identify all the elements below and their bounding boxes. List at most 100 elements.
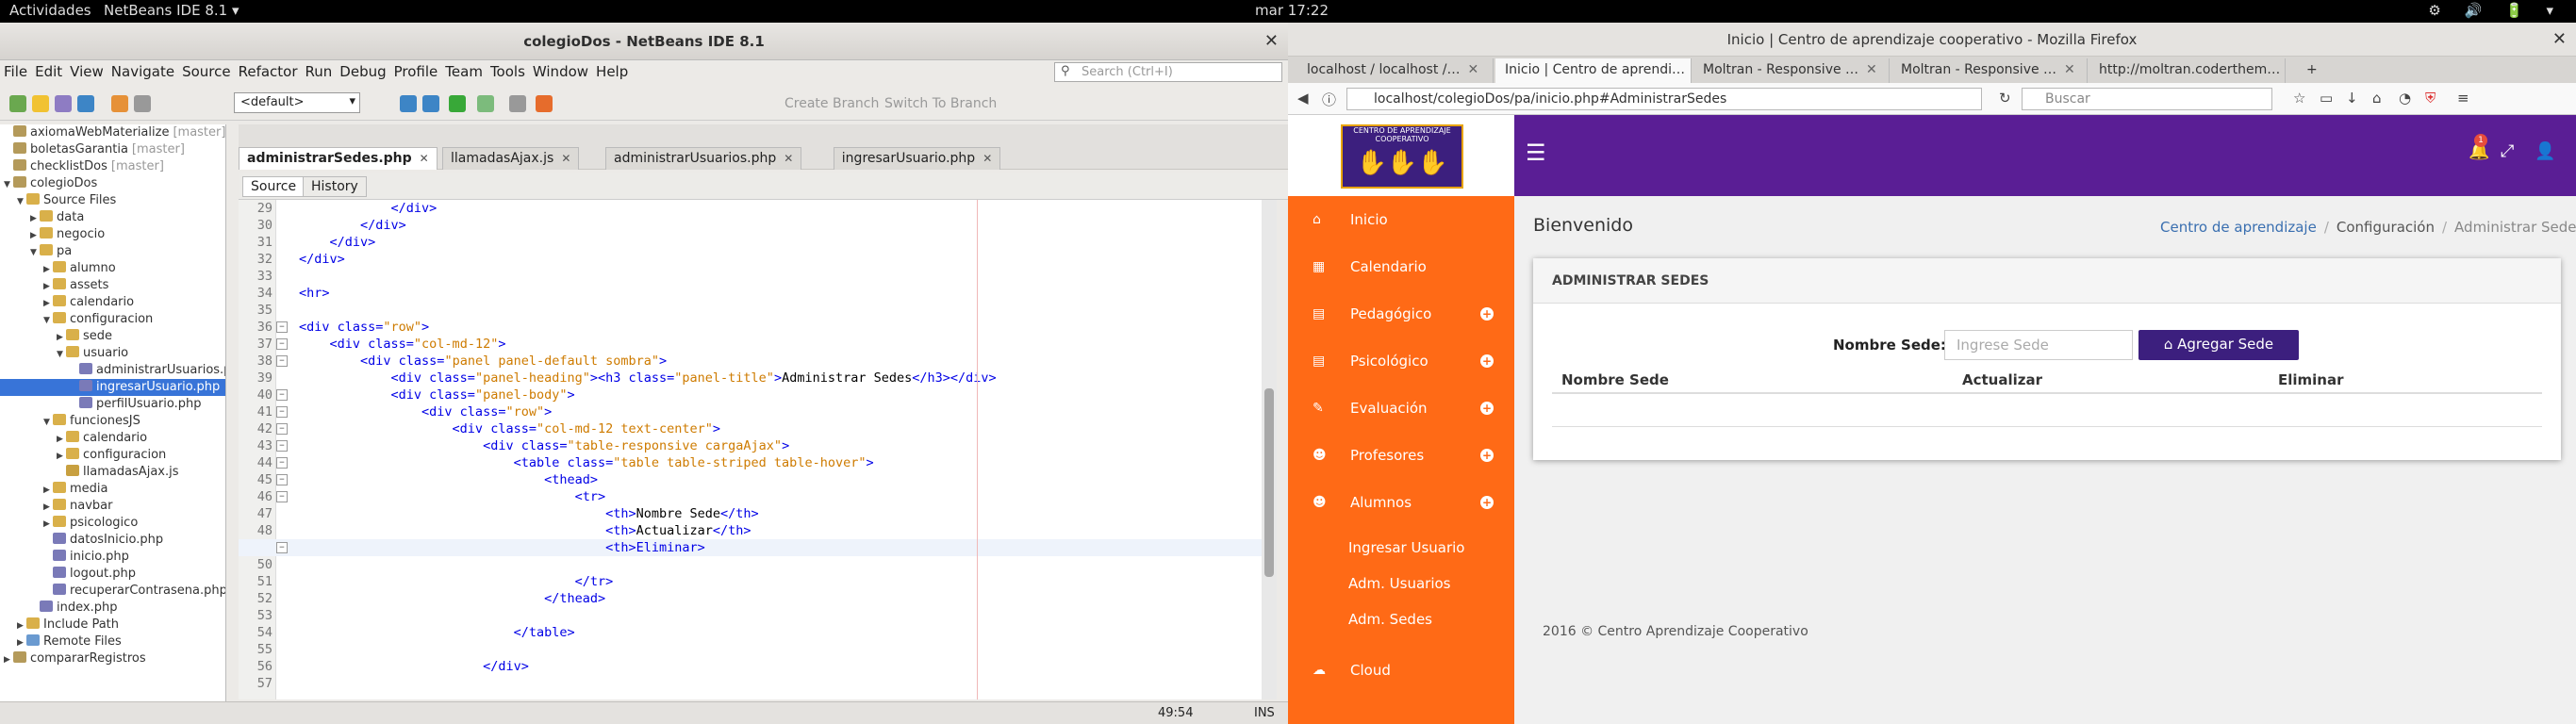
tree-item[interactable]: ▶ negocio — [30, 226, 105, 243]
bookmark-star-icon[interactable]: ☆ — [2293, 90, 2305, 107]
tree-item[interactable]: ▼ Source Files — [17, 192, 116, 209]
tree-item[interactable]: ▶ navbar — [43, 498, 112, 515]
info-icon[interactable]: ⓘ — [1322, 90, 1336, 109]
tree-item[interactable]: perfilUsuario.php — [70, 396, 201, 413]
configuration-select[interactable]: <default> ▾ — [234, 92, 360, 113]
collapsed-toggle-icon[interactable]: ▶ — [43, 482, 53, 499]
tree-item[interactable]: logout.php — [43, 566, 136, 583]
pocket-icon[interactable]: ◔ — [2399, 90, 2411, 107]
menu-item-refactor[interactable]: Refactor — [235, 60, 302, 83]
collapsed-toggle-icon[interactable]: ▶ — [57, 448, 66, 465]
url-bar[interactable]: localhost/colegioDos/pa/inicio.php#Admin… — [1346, 88, 1982, 110]
shield-icon[interactable]: ⛨ — [2425, 90, 2436, 107]
collapsed-toggle-icon[interactable]: ▶ — [17, 634, 26, 651]
collapsed-toggle-icon[interactable]: ▶ — [17, 617, 26, 634]
undo-icon[interactable] — [111, 95, 128, 112]
collapsed-toggle-icon[interactable]: ▶ — [43, 261, 53, 278]
close-icon[interactable]: ✕ — [784, 152, 793, 165]
tree-item[interactable]: boletasGarantia [master] — [4, 141, 185, 158]
browser-tab[interactable]: Moltran - Responsive … ✕ — [1693, 58, 1890, 83]
browser-tab[interactable]: localhost / localhost /… ✕ — [1297, 58, 1494, 83]
menu-item-debug[interactable]: Debug — [336, 60, 389, 83]
browser-tab[interactable]: http://moltran.coderthem…✕ — [2089, 58, 2286, 83]
search-input[interactable]: Buscar — [2022, 88, 2272, 110]
hamburger-menu-icon[interactable]: ≡ — [2457, 90, 2469, 107]
expanded-toggle-icon[interactable]: ▼ — [43, 312, 53, 329]
close-icon[interactable]: ✕ — [420, 152, 429, 165]
collapsed-toggle-icon[interactable]: ▶ — [43, 516, 53, 533]
library-icon[interactable]: ▭ — [2320, 90, 2333, 107]
expanded-toggle-icon[interactable]: ▼ — [17, 193, 26, 210]
menu-item-help[interactable]: Help — [592, 60, 632, 83]
tree-item[interactable]: checklistDos [master] — [4, 158, 164, 175]
reload-icon[interactable]: ↻ — [1999, 90, 2011, 107]
profile-icon[interactable] — [509, 95, 526, 112]
user-icon[interactable]: 👤 — [2535, 141, 2555, 161]
sidebar-item-evaluacion[interactable]: ✎ Evaluación + — [1288, 385, 1514, 432]
submenu-item[interactable]: Ingresar Usuario — [1348, 539, 1464, 556]
tree-item[interactable]: axiomaWebMaterialize [master] — [4, 124, 225, 141]
browser-tab[interactable]: Moltran - Responsive … ✕ — [1891, 58, 2088, 83]
editor-scrollbar[interactable] — [1262, 200, 1277, 699]
tree-item[interactable]: ▼ colegioDos — [4, 175, 97, 192]
scroll-thumb[interactable] — [1264, 388, 1274, 577]
tree-item[interactable]: ▶ psicologico — [43, 515, 138, 532]
plus-icon[interactable]: + — [1480, 496, 1494, 509]
hamburger-menu-icon[interactable]: ☰ — [1526, 140, 1546, 166]
expanded-toggle-icon[interactable]: ▼ — [57, 346, 66, 363]
close-icon[interactable]: ✕ — [561, 152, 570, 165]
tree-item[interactable]: ▶ calendario — [57, 430, 147, 447]
fold-toggle-icon[interactable]: − — [276, 355, 288, 367]
close-icon[interactable]: ✕ — [1264, 23, 1279, 60]
collapsed-toggle-icon[interactable]: ▶ — [57, 329, 66, 346]
code-editor[interactable]: 29 30 31 32 33 34 35 36 37 38 39 40 41 42 43 44 45 46 47 48… — [239, 200, 1266, 699]
fold-toggle-icon[interactable]: − — [276, 474, 288, 485]
menu-item-team[interactable]: Team — [441, 60, 487, 83]
search-input[interactable]: ⚲ Search (Ctrl+I) — [1054, 62, 1282, 82]
menu-item-run[interactable]: Run — [302, 60, 337, 83]
debug-icon[interactable] — [477, 95, 494, 112]
editor-tab[interactable]: administrarUsuarios.php ✕ — [605, 147, 802, 170]
fold-toggle-icon[interactable]: − — [276, 321, 288, 333]
switch-branch-button[interactable]: Switch To Branch — [884, 96, 997, 111]
tree-item[interactable]: ▼ funcionesJS — [43, 413, 140, 430]
close-icon[interactable]: ✕ — [1866, 62, 1877, 77]
source-view-button[interactable]: Source — [242, 176, 305, 197]
clean-build-icon[interactable] — [422, 95, 439, 112]
plus-icon[interactable]: + — [1480, 307, 1494, 321]
tree-item[interactable]: ▼ configuracion — [43, 311, 153, 328]
fold-toggle-icon[interactable]: − — [276, 406, 288, 418]
close-icon[interactable]: ✕ — [1467, 62, 1478, 77]
collapsed-toggle-icon[interactable]: ▶ — [57, 431, 66, 448]
logo[interactable]: CENTRO DE APRENDIZAJE COOPERATIVO ✋✋✋ — [1341, 124, 1463, 189]
tree-item[interactable]: ▶ configuracion — [57, 447, 166, 464]
fold-toggle-icon[interactable]: − — [276, 389, 288, 401]
tree-item[interactable]: ▶ calendario — [43, 294, 134, 311]
menu-item-file[interactable]: File — [0, 60, 31, 83]
collapsed-toggle-icon[interactable]: ▶ — [30, 210, 40, 227]
editor-tab[interactable]: llamadasAjax.js ✕ — [442, 147, 580, 170]
menu-item-profile[interactable]: Profile — [390, 60, 442, 83]
collapsed-toggle-icon[interactable]: ▶ — [4, 651, 13, 668]
tree-item[interactable]: index.php — [30, 600, 117, 617]
build-icon[interactable] — [400, 95, 417, 112]
tree-item[interactable]: ▶ sede — [57, 328, 112, 345]
close-icon[interactable]: ✕ — [2064, 62, 2075, 77]
activities-button[interactable]: Actividades — [9, 2, 91, 19]
collapsed-toggle-icon[interactable]: ▶ — [43, 278, 53, 295]
add-sede-button[interactable]: ⌂ Agregar Sede — [2138, 330, 2299, 360]
collapsed-toggle-icon[interactable]: ▶ — [43, 499, 53, 516]
new-file-icon[interactable] — [32, 95, 49, 112]
expanded-toggle-icon[interactable]: ▼ — [43, 414, 53, 431]
sidebar-item-psicologico[interactable]: ▤ Psicológico + — [1288, 337, 1514, 385]
tree-item[interactable]: ▼ usuario — [57, 345, 128, 362]
menu-item-edit[interactable]: Edit — [31, 60, 66, 83]
collapsed-toggle-icon[interactable]: ▶ — [30, 227, 40, 244]
menu-item-tools[interactable]: Tools — [487, 60, 529, 83]
browser-tab[interactable]: Inicio | Centro de aprendi…✕ — [1495, 58, 1692, 83]
redo-icon[interactable] — [134, 95, 151, 112]
sidebar-item-profesores[interactable]: ☻ Profesores + — [1288, 432, 1514, 479]
plus-icon[interactable]: + — [1480, 354, 1494, 368]
tree-item[interactable]: ▶ alumno — [43, 260, 116, 277]
fold-toggle-icon[interactable]: − — [276, 542, 288, 553]
